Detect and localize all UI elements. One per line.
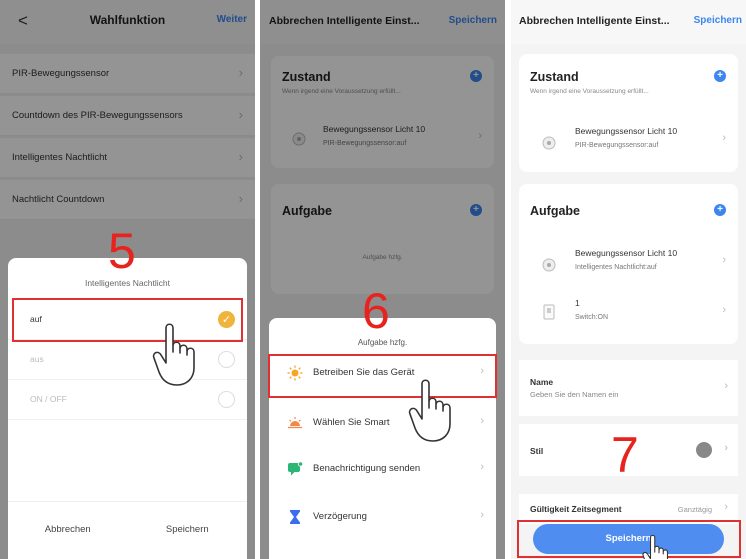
chevron-right-icon: ›: [724, 380, 728, 392]
item-title: 1: [575, 298, 580, 308]
sensor-icon: [542, 258, 556, 272]
name-placeholder: Geben Sie den Namen ein: [530, 390, 619, 399]
step-number: 6: [362, 283, 390, 339]
sheet-title: Intelligentes Nachtlicht: [84, 278, 171, 288]
hourglass-icon: [290, 510, 300, 524]
pointer-hand-icon: [152, 323, 195, 386]
chevron-right-icon[interactable]: ›: [722, 304, 726, 316]
pointer-hand-icon: [408, 379, 451, 442]
panel-select-function: < Wahlfunktion Weiter PIR-Bewegungssenso…: [0, 0, 255, 559]
add-icon[interactable]: +: [714, 204, 726, 216]
pointer-hand-icon: [642, 534, 669, 559]
sunrise-icon: [288, 417, 302, 429]
task-option-send-notification[interactable]: Benachrichtigung senden ›: [269, 448, 496, 492]
condition-subtitle[interactable]: Wenn irgend eine Voraussetzung erfüllt..…: [530, 88, 649, 95]
option-label: ON / OFF: [30, 394, 67, 404]
header: Abbrechen Intelligente Einst... Speicher…: [511, 0, 746, 44]
validity-value: Ganztägig: [677, 505, 712, 514]
option-label: aus: [30, 354, 44, 364]
step-number: 5: [108, 223, 136, 279]
save-link[interactable]: Speichern: [694, 15, 742, 26]
task-option-delay[interactable]: Verzögerung ›: [269, 496, 496, 540]
task-title: Aufgabe: [530, 204, 580, 218]
item-subtitle: Switch:ON: [575, 314, 609, 321]
option-off[interactable]: aus: [8, 340, 247, 380]
task-card: Aufgabe + Bewegungssensor Licht 10 Intel…: [519, 184, 738, 344]
sheet-buttons: Abbrechen Speichern: [8, 501, 247, 559]
switch-icon: [543, 304, 555, 320]
validity-label: Gültigkeit Zeitsegment: [530, 504, 622, 514]
style-label: Stil: [530, 446, 544, 456]
condition-title: Zustand: [530, 70, 579, 84]
item-subtitle: Intelligentes Nachtlicht:auf: [575, 264, 657, 271]
panel-smart-settings: Abbrechen Intelligente Einst... Speicher…: [511, 0, 746, 559]
option-label: Verzögerung: [313, 511, 367, 522]
sensor-icon: [542, 136, 556, 150]
option-onoff[interactable]: ON / OFF: [8, 380, 247, 420]
chevron-right-icon: ›: [480, 415, 484, 427]
highlight-box: [517, 520, 741, 558]
save-button[interactable]: Speichern: [128, 524, 248, 535]
item-title: Bewegungssensor Licht 10: [575, 248, 678, 258]
option-label: Wählen Sie Smart: [313, 417, 390, 428]
name-row[interactable]: Name Geben Sie den Namen ein ›: [519, 360, 738, 416]
add-icon[interactable]: +: [714, 70, 726, 82]
step-number: 7: [611, 427, 639, 483]
chevron-right-icon: ›: [480, 509, 484, 521]
item-title: Bewegungssensor Licht 10: [575, 126, 678, 136]
sheet-title: Aufgabe hzfg.: [357, 338, 408, 347]
panel-add-task: Abbrechen Intelligente Einst... Speicher…: [260, 0, 505, 559]
chevron-right-icon: ›: [480, 461, 484, 473]
radio-icon: [218, 351, 235, 368]
chevron-right-icon: ›: [724, 442, 728, 454]
name-label: Name: [530, 377, 554, 387]
notification-icon: [288, 461, 303, 476]
chevron-right-icon[interactable]: ›: [722, 254, 726, 266]
chevron-right-icon: ›: [724, 501, 728, 513]
cancel-button[interactable]: Abbrechen: [8, 524, 128, 535]
radio-icon: [218, 391, 235, 408]
chevron-right-icon[interactable]: ›: [722, 132, 726, 144]
style-color-swatch: [696, 442, 712, 458]
condition-card: Zustand + Wenn irgend eine Voraussetzung…: [519, 54, 738, 172]
option-label: Benachrichtigung senden: [313, 463, 421, 474]
item-subtitle: PIR-Bewegungssensor:auf: [575, 142, 659, 149]
highlight-box: [12, 298, 243, 342]
page-title[interactable]: Abbrechen Intelligente Einst...: [519, 15, 670, 27]
